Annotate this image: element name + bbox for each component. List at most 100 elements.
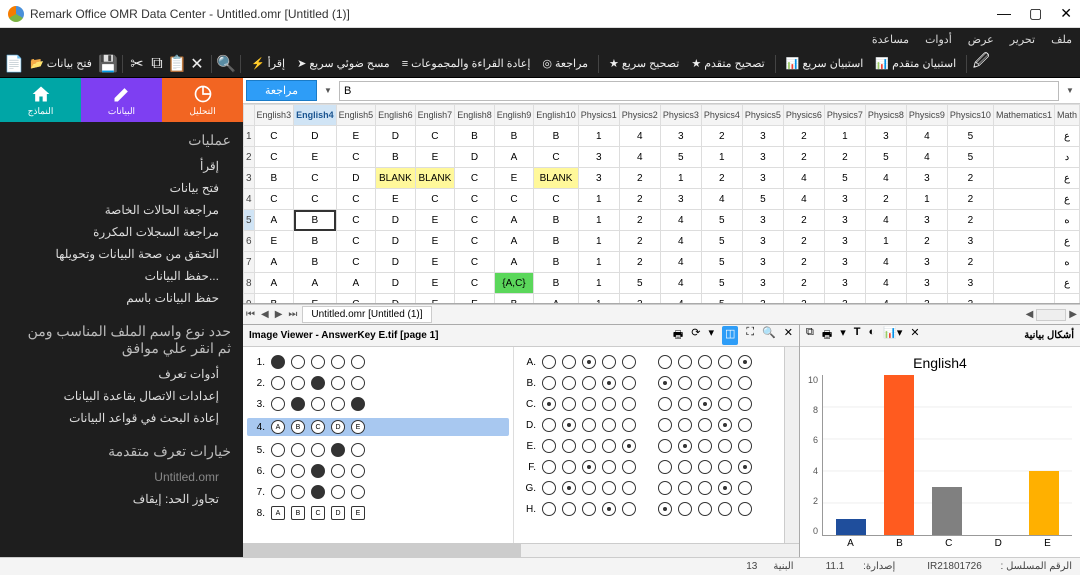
grid-cell[interactable]: 2 [947, 210, 993, 231]
grid-cell[interactable]: C [455, 210, 495, 231]
sidebar-op-0[interactable]: إقرأ [12, 155, 231, 177]
sheet-nav-first[interactable]: ⏮ [243, 309, 258, 320]
grid-cell[interactable]: 2 [783, 252, 824, 273]
chart-color-icon[interactable]: ◐ [869, 326, 876, 345]
grid-cell[interactable]: 5 [865, 147, 906, 168]
menu-tools[interactable]: أدوات [925, 33, 952, 46]
grid-cell[interactable]: ع [1054, 273, 1079, 294]
grid-cell[interactable]: B [494, 126, 534, 147]
grid-cell[interactable]: 1 [660, 168, 701, 189]
viewer-print-icon[interactable]: 🖶 [673, 326, 683, 345]
grid-cell[interactable]: E [415, 294, 455, 305]
grid-cell[interactable]: E [376, 189, 416, 210]
col-header[interactable]: Physics2 [619, 105, 660, 126]
grid-cell[interactable]: 3 [742, 210, 783, 231]
cell-value-input[interactable] [339, 81, 1059, 101]
grid-cell[interactable] [993, 252, 1054, 273]
col-header[interactable]: English4 [294, 105, 337, 126]
grid-cell[interactable]: 4 [660, 210, 701, 231]
grid-cell[interactable]: B [494, 294, 534, 305]
quick-survey-button[interactable]: 📊 استبيان سريع [782, 55, 868, 72]
row-header[interactable]: 9 [243, 294, 254, 305]
delete-icon[interactable]: ✕ [189, 56, 205, 72]
open-data-button[interactable]: 📂 فتح بيانات [26, 55, 96, 72]
mode-tab-templates[interactable]: النماذج [0, 78, 81, 122]
quick-grade-button[interactable]: ★ تصحيح سريع [605, 55, 683, 72]
quick-scan-button[interactable]: ➤ مسح ضوئي سريع [293, 55, 394, 72]
grid-cell[interactable]: C [254, 189, 294, 210]
col-header[interactable]: Math [1054, 105, 1079, 126]
grid-cell[interactable]: BLANK [376, 168, 416, 189]
row-header[interactable]: 1 [243, 126, 254, 147]
grid-cell[interactable]: ع [1054, 126, 1079, 147]
settings-icon[interactable]: 🖉 [973, 56, 989, 72]
grid-cell[interactable]: E [294, 147, 337, 168]
grid-cell[interactable]: 2 [865, 189, 906, 210]
grid-cell[interactable]: 2 [906, 231, 947, 252]
grid-cell[interactable]: D [376, 231, 416, 252]
grid-cell[interactable]: 3 [824, 210, 865, 231]
grid-cell[interactable]: BLANK [415, 168, 455, 189]
grid-cell[interactable]: C [455, 168, 495, 189]
grid-cell[interactable]: 4 [865, 294, 906, 305]
menu-edit[interactable]: تحرير [1010, 33, 1035, 46]
grid-cell[interactable] [993, 168, 1054, 189]
grid-cell[interactable]: 1 [578, 210, 619, 231]
grid-cell[interactable]: 2 [701, 168, 742, 189]
viewer-zoom-icon[interactable]: 🔍 [762, 326, 776, 345]
grid-cell[interactable]: 2 [619, 231, 660, 252]
grid-cell[interactable]: 4 [701, 189, 742, 210]
grid-cell[interactable]: B [534, 126, 579, 147]
review-groups-button[interactable]: ≡ إعادة القراءة والمجموعات [398, 55, 535, 72]
chart-print-icon[interactable]: 🖶 [822, 326, 832, 345]
grid-cell[interactable]: E [415, 147, 455, 168]
adv-survey-button[interactable]: 📊 استبيان متقدم [871, 55, 960, 72]
grid-cell[interactable]: A [294, 273, 337, 294]
grid-cell[interactable]: 1 [578, 252, 619, 273]
grid-cell[interactable]: B [294, 252, 337, 273]
grid-cell[interactable]: D [294, 126, 337, 147]
data-grid[interactable]: English3English4English5English6English7… [243, 104, 1080, 304]
sidebar-adv-0[interactable]: تجاوز الحد: إيقاف [12, 488, 231, 510]
grid-cell[interactable]: 4 [865, 273, 906, 294]
grid-cell[interactable]: 2 [619, 189, 660, 210]
grid-cell[interactable]: 5 [701, 252, 742, 273]
grid-cell[interactable]: C [455, 273, 495, 294]
grid-cell[interactable]: 2 [619, 168, 660, 189]
grid-cell[interactable]: C [336, 252, 376, 273]
grid-cell[interactable]: 2 [619, 210, 660, 231]
paste-icon[interactable]: 📋 [169, 56, 185, 72]
grid-cell[interactable]: 2 [783, 210, 824, 231]
grid-cell[interactable]: ه [1054, 252, 1079, 273]
maximize-button[interactable]: ▢ [1029, 5, 1042, 22]
grid-cell[interactable]: 3 [660, 189, 701, 210]
grid-cell[interactable]: 3 [906, 168, 947, 189]
grid-cell[interactable]: 4 [865, 252, 906, 273]
cut-icon[interactable]: ✂ [129, 56, 145, 72]
grid-cell[interactable]: B [294, 210, 337, 231]
grid-cell[interactable] [993, 126, 1054, 147]
col-header[interactable]: Physics1 [578, 105, 619, 126]
grid-cell[interactable]: 3 [824, 294, 865, 305]
sidebar-tool-0[interactable]: أدوات تعرف [12, 363, 231, 385]
grid-cell[interactable]: 5 [947, 126, 993, 147]
grid-cell[interactable]: 1 [824, 126, 865, 147]
grid-cell[interactable]: C [254, 126, 294, 147]
grid-cell[interactable]: D [376, 294, 416, 305]
grid-cell[interactable]: 2 [783, 147, 824, 168]
grid-cell[interactable]: E [415, 210, 455, 231]
grid-cell[interactable]: 3 [865, 126, 906, 147]
grid-cell[interactable]: C [534, 189, 579, 210]
grid-cell[interactable]: B [294, 231, 337, 252]
grid-cell[interactable]: 1 [578, 273, 619, 294]
col-header[interactable]: English8 [455, 105, 495, 126]
sidebar-op-6[interactable]: حفظ البيانات باسم [12, 287, 231, 309]
sheet-tab[interactable]: Untitled.omr [Untitled (1)] [302, 306, 431, 323]
grid-cell[interactable]: 2 [947, 252, 993, 273]
grid-cell[interactable]: 5 [660, 147, 701, 168]
grid-cell[interactable]: C [494, 189, 534, 210]
viewer-stretch-icon[interactable]: ▾ [708, 326, 714, 345]
grid-cell[interactable]: A [494, 210, 534, 231]
grid-cell[interactable]: 5 [701, 210, 742, 231]
grid-cell[interactable] [993, 231, 1054, 252]
